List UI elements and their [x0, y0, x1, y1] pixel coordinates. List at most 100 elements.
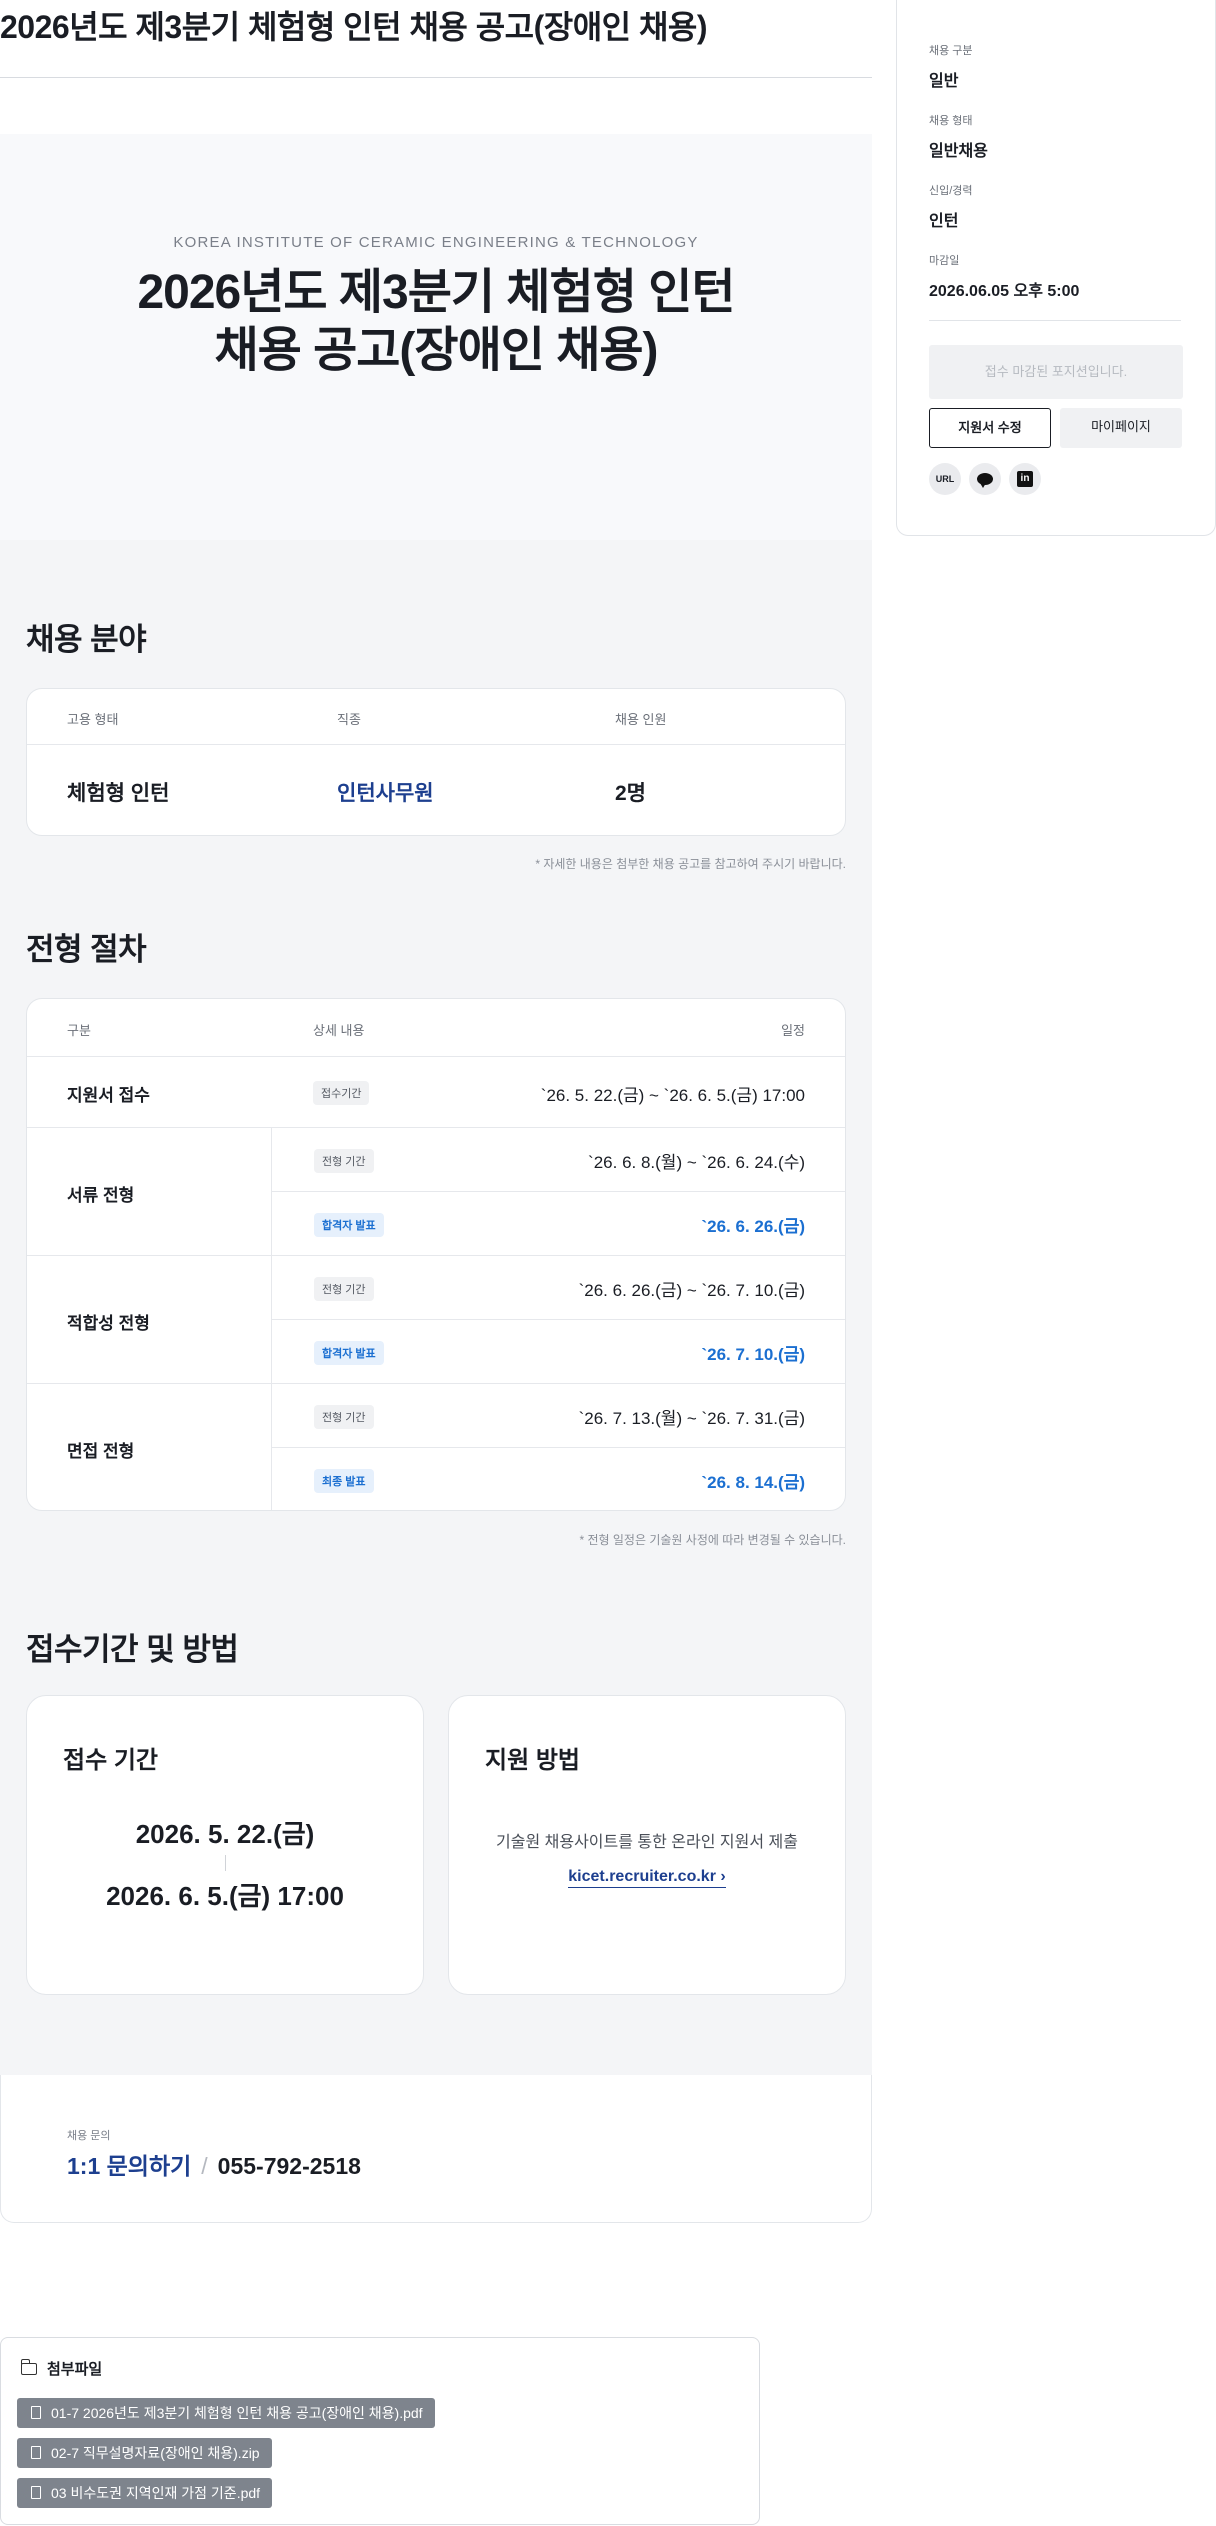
page-title: 2026년도 제3분기 체험형 인턴 채용 공고(장애인 채용): [0, 0, 872, 78]
process-badge: 전형 기간: [314, 1277, 374, 1301]
share-kakaotalk-button[interactable]: [969, 463, 1001, 495]
process-table: 구분 상세 내용 일정 지원서 접수 접수기간 `26. 5. 22.(금) ~…: [26, 998, 846, 1511]
sidebar-item-type: 채용 형태 일반채용: [929, 112, 988, 161]
hero-banner: KOREA INSTITUTE OF CERAMIC ENGINEERING &…: [0, 134, 872, 540]
process-step-name: 지원서 접수: [67, 1086, 150, 1105]
hero-title: 2026년도 제3분기 체험형 인턴 채용 공고(장애인 채용): [0, 264, 872, 380]
inquiry-phone: 055-792-2518: [217, 2153, 361, 2179]
apply-method-card: 지원 방법 기술원 채용사이트를 통한 온라인 지원서 제출 kicet.rec…: [448, 1695, 846, 1995]
process-section-title: 전형 절차: [26, 932, 147, 967]
process-row-document: 서류 전형 전형 기간 `26. 6. 8.(월) ~ `26. 6. 24.(…: [27, 1128, 845, 1256]
field-section-title: 채용 분야: [26, 622, 147, 657]
process-badge: 전형 기간: [314, 1149, 374, 1173]
attachment-file-3[interactable]: 03 비수도권 지역인재 가점 기준.pdf: [17, 2478, 273, 2508]
sidebar-label: 채용 구분: [929, 45, 973, 57]
edit-application-button[interactable]: 지원서 수정: [929, 408, 1051, 448]
process-sub-row: 합격자 발표 `26. 7. 10.(금): [272, 1320, 845, 1384]
share-linkedin-button[interactable]: in: [1009, 463, 1041, 495]
inquiry-label: 채용 문의: [67, 2130, 111, 2142]
main-content: 2026년도 제3분기 체험형 인턴 채용 공고(장애인 채용) KOREA I…: [0, 0, 872, 2525]
folder-icon: [20, 2358, 37, 2375]
field-job-link[interactable]: 인턴사무원: [337, 777, 434, 807]
process-date-announce: `26. 7. 10.(금): [701, 1345, 805, 1364]
process-details: 전형 기간 `26. 6. 8.(월) ~ `26. 6. 24.(수) 합격자…: [271, 1128, 845, 1255]
process-note: * 전형 일정은 기술원 사정에 따라 변경될 수 있습니다.: [579, 1533, 846, 1547]
file-icon: [31, 2486, 41, 2499]
inquiry-separator: /: [201, 2153, 208, 2179]
process-step-name: 적합성 전형: [67, 1314, 150, 1333]
hero-subtitle: KOREA INSTITUTE OF CERAMIC ENGINEERING &…: [173, 234, 699, 251]
attachments-box: 첨부파일 01-7 2026년도 제3분기 체험형 인턴 채용 공고(장애인 채…: [0, 2337, 760, 2525]
closed-notice-button: 접수 마감된 포지션입니다.: [929, 345, 1183, 399]
apply-section-title: 접수기간 및 방법: [26, 1632, 239, 1667]
file-icon: [31, 2446, 41, 2459]
process-date: `26. 6. 8.(월) ~ `26. 6. 24.(수): [588, 1153, 805, 1172]
sidebar-item-career: 신입/경력 인턴: [929, 182, 973, 231]
process-badge-announce: 합격자 발표: [314, 1213, 384, 1237]
process-details: 전형 기간 `26. 6. 26.(금) ~ `26. 7. 10.(금) 합격…: [271, 1256, 845, 1383]
hero-title-line2: 채용 공고(장애인 채용): [214, 324, 658, 377]
apply-method-link-wrap: kicet.recruiter.co.kr ›: [449, 1868, 845, 1888]
process-header-step: 구분: [67, 1023, 91, 1038]
sidebar-item-category: 채용 구분 일반: [929, 42, 973, 91]
attachment-file-2[interactable]: 02-7 직무설명자료(장애인 채용).zip: [17, 2438, 272, 2468]
process-sub-row: 전형 기간 `26. 6. 26.(금) ~ `26. 7. 10.(금): [272, 1256, 845, 1320]
attachments-title: 첨부파일: [47, 2361, 103, 2378]
process-badge: 접수기간: [313, 1081, 370, 1105]
sidebar-value: 2026.06.05 오후 5:00: [929, 283, 1080, 300]
field-table: 고용 형태 직종 채용 인원 체험형 인턴 인턴사무원 2명: [26, 688, 846, 836]
process-date: `26. 6. 26.(금) ~ `26. 7. 10.(금): [578, 1281, 805, 1300]
sidebar-label: 신입/경력: [929, 185, 973, 197]
sidebar-divider: [929, 320, 1181, 321]
attachment-file-name: 03 비수도권 지역인재 가점 기준.pdf: [51, 2485, 261, 2501]
process-badge-announce: 최종 발표: [314, 1469, 374, 1493]
attachment-file-name: 02-7 직무설명자료(장애인 채용).zip: [51, 2445, 260, 2461]
apply-period-start: 2026. 5. 22.(금): [135, 1819, 315, 1849]
apply-period-separator: [225, 1855, 226, 1871]
process-date-announce: `26. 6. 26.(금): [701, 1217, 805, 1236]
attachment-file-name: 01-7 2026년도 제3분기 체험형 인턴 채용 공고(장애인 채용).pd…: [51, 2405, 423, 2421]
share-url-button[interactable]: URL: [929, 463, 961, 495]
job-summary-sidebar: 채용 구분 일반 채용 형태 일반채용 신입/경력 인턴 마감일 2026.06…: [896, 0, 1216, 536]
attachments-header: 첨부파일: [20, 2358, 103, 2379]
apply-method-text: 기술원 채용사이트를 통한 온라인 지원서 제출: [496, 1834, 798, 1851]
field-header-job: 직종: [337, 712, 361, 727]
process-table-header: 구분 상세 내용 일정: [27, 999, 845, 1057]
process-badge-announce: 합격자 발표: [314, 1341, 384, 1365]
process-date: `26. 5. 22.(금) ~ `26. 6. 5.(금) 17:00: [540, 1086, 805, 1105]
sidebar-label: 마감일: [929, 255, 960, 267]
process-row-application: 지원서 접수 접수기간 `26. 5. 22.(금) ~ `26. 6. 5.(…: [27, 1057, 845, 1128]
hero-title-line1: 2026년도 제3분기 체험형 인턴: [137, 266, 735, 319]
sidebar-value: 일반: [929, 73, 959, 90]
apply-site-link[interactable]: kicet.recruiter.co.kr ›: [568, 1868, 726, 1888]
field-note: * 자세한 내용은 첨부한 채용 공고를 참고하여 주시기 바랍니다.: [535, 857, 846, 871]
apply-period-card: 접수 기간 2026. 5. 22.(금) 2026. 6. 5.(금) 17:…: [26, 1695, 424, 1995]
process-step-name: 서류 전형: [67, 1186, 135, 1205]
field-table-row: 체험형 인턴 인턴사무원 2명: [27, 745, 845, 835]
field-header-type: 고용 형태: [67, 712, 119, 727]
linkedin-icon: in: [1017, 471, 1033, 487]
process-header-date: 일정: [781, 1023, 805, 1038]
process-badge: 전형 기간: [314, 1405, 374, 1429]
process-sub-row: 전형 기간 `26. 6. 8.(월) ~ `26. 6. 24.(수): [272, 1128, 845, 1192]
process-row-interview: 면접 전형 전형 기간 `26. 7. 13.(월) ~ `26. 7. 31.…: [27, 1384, 845, 1510]
field-count: 2명: [615, 782, 646, 805]
field-table-header: 고용 형태 직종 채용 인원: [27, 689, 845, 745]
process-header-detail: 상세 내용: [313, 1023, 365, 1038]
url-icon: URL: [935, 474, 955, 484]
process-date-announce: `26. 8. 14.(금): [701, 1473, 805, 1492]
sidebar-label: 채용 형태: [929, 115, 973, 127]
inquiry-line: 1:1 문의하기 / 055-792-2518: [67, 2147, 361, 2181]
process-details: 전형 기간 `26. 7. 13.(월) ~ `26. 7. 31.(금) 최종…: [271, 1384, 845, 1510]
file-icon: [31, 2406, 41, 2419]
inquiry-box: 채용 문의 1:1 문의하기 / 055-792-2518: [0, 2075, 872, 2223]
mypage-button[interactable]: 마이페이지: [1060, 408, 1182, 448]
field-type: 체험형 인턴: [67, 782, 170, 805]
apply-method-title: 지원 방법: [485, 1747, 580, 1774]
apply-period-title: 접수 기간: [63, 1747, 158, 1774]
inquiry-link[interactable]: 1:1 문의하기: [67, 2153, 191, 2179]
process-date: `26. 7. 13.(월) ~ `26. 7. 31.(금): [578, 1409, 805, 1428]
sidebar-item-deadline: 마감일 2026.06.05 오후 5:00: [929, 252, 1079, 301]
field-header-count: 채용 인원: [615, 712, 667, 727]
attachment-file-1[interactable]: 01-7 2026년도 제3분기 체험형 인턴 채용 공고(장애인 채용).pd…: [17, 2398, 435, 2428]
